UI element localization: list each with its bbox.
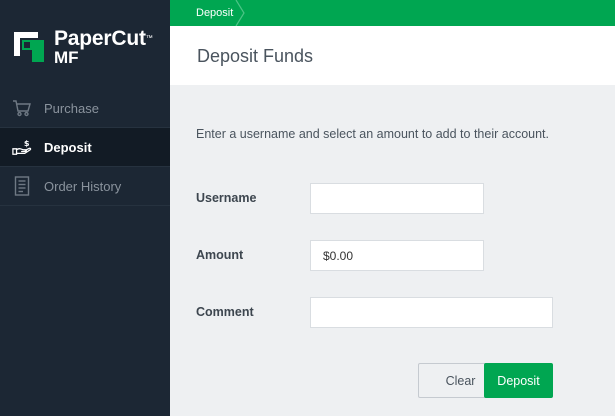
sidebar-item-order-history[interactable]: Order History <box>0 167 170 206</box>
deposit-button[interactable]: Deposit <box>484 363 553 398</box>
sidebar: PaperCut™ MF Purchase $ Deposit Order Hi… <box>0 0 170 416</box>
svg-text:$: $ <box>24 138 30 148</box>
sidebar-nav: Purchase $ Deposit Order History <box>0 89 170 206</box>
username-label: Username <box>196 191 257 205</box>
deposit-form: Enter a username and select an amount to… <box>170 85 615 416</box>
papercut-logo: PaperCut™ MF <box>12 28 162 72</box>
cart-icon <box>12 98 32 118</box>
receipt-icon <box>12 176 32 196</box>
papercut-logo-mark-icon <box>14 32 44 62</box>
deposit-hand-icon: $ <box>12 137 32 157</box>
username-input[interactable] <box>310 183 484 214</box>
brand-name: PaperCut™ <box>54 27 153 50</box>
sidebar-item-label: Order History <box>44 178 122 194</box>
sidebar-item-purchase[interactable]: Purchase <box>0 89 170 128</box>
comment-label: Comment <box>196 305 254 319</box>
breadcrumb-bar: Deposit <box>170 0 615 26</box>
form-intro: Enter a username and select an amount to… <box>196 127 549 141</box>
page-title: Deposit Funds <box>197 46 314 66</box>
sidebar-item-label: Purchase <box>44 100 99 116</box>
sidebar-item-label: Deposit <box>44 139 92 155</box>
amount-input[interactable] <box>310 240 484 271</box>
page-header: Deposit Funds <box>170 26 615 85</box>
comment-input[interactable] <box>310 297 553 328</box>
breadcrumb-separator-icon <box>235 0 245 26</box>
brand-sub: MF <box>54 48 79 67</box>
amount-label: Amount <box>196 248 244 262</box>
sidebar-item-deposit[interactable]: $ Deposit <box>0 128 170 167</box>
